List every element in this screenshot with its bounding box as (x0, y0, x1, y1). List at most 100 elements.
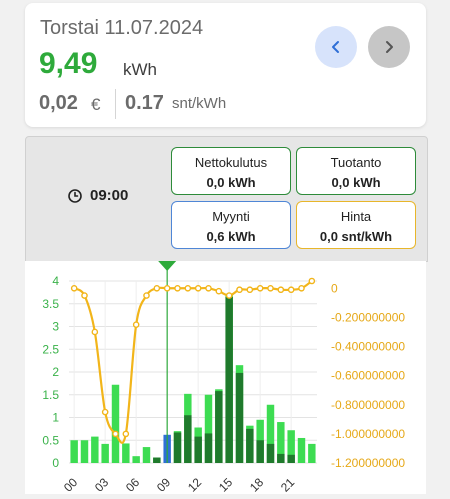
bar-series-1 (225, 296, 233, 463)
bar-series-0 (70, 440, 78, 463)
sales-box: Myynti 0,6 kWh (171, 201, 291, 249)
bar-series-1 (246, 428, 254, 463)
energy-unit: kWh (123, 60, 157, 79)
hour-info-panel: 09:00 Nettokulutus 0,0 kWh Tuotanto 0,0 … (25, 136, 428, 262)
price-unit: snt/kWh (172, 95, 227, 112)
x-tick-label: 18 (247, 475, 267, 494)
y-right-tick-label: -0.400000000 (331, 340, 405, 354)
bar-series-0 (122, 443, 130, 463)
x-tick-label: 15 (216, 475, 236, 494)
production-box: Tuotanto 0,0 kWh (296, 147, 416, 195)
x-tick-label: 00 (61, 475, 81, 494)
bar-series-1 (235, 372, 244, 463)
clock-icon (68, 188, 82, 203)
price-box: Hinta 0,0 snt/kWh (296, 201, 416, 249)
price-point (153, 284, 161, 292)
price-box-value: 0,0 snt/kWh (319, 229, 393, 244)
y-left-tick-label: 1.5 (42, 388, 59, 402)
price-point (256, 284, 264, 292)
price-point (205, 284, 212, 292)
price-point (308, 277, 316, 285)
price-point (267, 284, 274, 292)
y-right-tick-label: -1.200000000 (331, 456, 405, 470)
next-day-button[interactable] (368, 26, 410, 68)
price-point (287, 286, 295, 294)
bar-series-0 (132, 456, 140, 463)
x-tick-label: 21 (278, 475, 298, 494)
bar-series-1 (277, 453, 285, 463)
price-point (163, 284, 171, 292)
bar-series-1 (215, 391, 223, 463)
production-label: Tuotanto (330, 155, 382, 170)
sales-value: 0,6 kWh (206, 229, 256, 244)
x-tick-label: 09 (154, 475, 174, 494)
divider (115, 89, 116, 119)
cost-value: 0,02 (39, 92, 78, 114)
bar-series-0 (80, 440, 89, 463)
time-label: 09:00 (90, 187, 129, 204)
previous-day-button[interactable] (315, 26, 357, 68)
y-right-tick-label: -0.600000000 (331, 369, 405, 383)
bar-series-1 (266, 443, 275, 463)
bar-series-0 (308, 443, 316, 463)
energy-value: 9,49 (39, 47, 98, 80)
y-left-tick-label: 1 (52, 411, 59, 425)
bar-series-0 (297, 437, 306, 463)
x-tick-label: 12 (185, 475, 205, 494)
bar-series-1 (256, 440, 264, 463)
date-label: Torstai 11.07.2024 (40, 17, 204, 39)
price-point (122, 430, 130, 438)
y-left-tick-label: 4 (52, 274, 59, 288)
chevron-right-icon (386, 41, 393, 53)
price-point (184, 284, 192, 292)
bar-series-1 (194, 436, 202, 463)
net-consumption-value: 0,0 kWh (206, 175, 256, 190)
y-left-tick-label: 3.5 (42, 297, 59, 311)
chart-svg[interactable]: 0 0.5 1 1.5 2 2.5 3 3.5 4 0 -0.200000000 -0.4000000… (25, 261, 426, 495)
price-point (132, 321, 140, 328)
price-point (246, 286, 254, 294)
bar-series-0 (101, 443, 109, 463)
price-point (174, 284, 181, 292)
y-right-tick-label: -0.800000000 (331, 398, 405, 412)
y-left-tick-label: 3 (52, 320, 59, 334)
price-point (277, 286, 285, 294)
price-line (73, 280, 313, 444)
net-consumption-box: Nettokulutus 0,0 kWh (171, 147, 291, 195)
hourly-chart[interactable]: 0 0.5 1 1.5 2 2.5 3 3.5 4 0 -0.200000000 -0.4000000… (25, 261, 426, 495)
selected-hour-marker (158, 261, 177, 271)
y-left-tick-label: 0.5 (42, 433, 59, 447)
price-label: Hinta (340, 209, 372, 224)
price-point (298, 284, 305, 292)
bar-series-1 (204, 433, 213, 463)
price-point (112, 430, 119, 438)
y-right-tick-label: -1.000000000 (331, 427, 405, 441)
price-point (215, 287, 223, 295)
x-tick-label: 03 (92, 475, 112, 494)
bar-series-0 (142, 447, 151, 463)
price-point (225, 292, 233, 299)
cost-unit: € (91, 95, 101, 114)
production-value: 0,0 kWh (331, 175, 381, 190)
bar-series-1 (153, 457, 161, 463)
y-right-tick-label: 0 (331, 281, 338, 295)
price-point (91, 328, 99, 336)
price-point (194, 284, 202, 292)
bar-series-0 (111, 384, 120, 463)
summary-card: Torstai 11.07.2024 9,49 kWh 0,02 € 0.17 … (25, 3, 426, 127)
y-left-tick-label: 2.5 (42, 342, 59, 356)
price-point (70, 284, 78, 292)
y-left-tick-label: 0 (52, 456, 59, 470)
price-point (143, 292, 150, 299)
y-right-tick-label: -0.200000000 (331, 310, 405, 324)
net-consumption-label: Nettokulutus (194, 155, 268, 170)
bar-series-1 (184, 415, 192, 463)
price-point (101, 408, 109, 416)
bar-series-0 (91, 436, 99, 463)
sales-label: Myynti (212, 209, 250, 224)
bar-series-1 (287, 454, 295, 463)
price-point (236, 286, 243, 294)
chevron-left-icon (332, 41, 339, 53)
price-value: 0.17 (125, 92, 164, 114)
price-point (81, 292, 88, 299)
